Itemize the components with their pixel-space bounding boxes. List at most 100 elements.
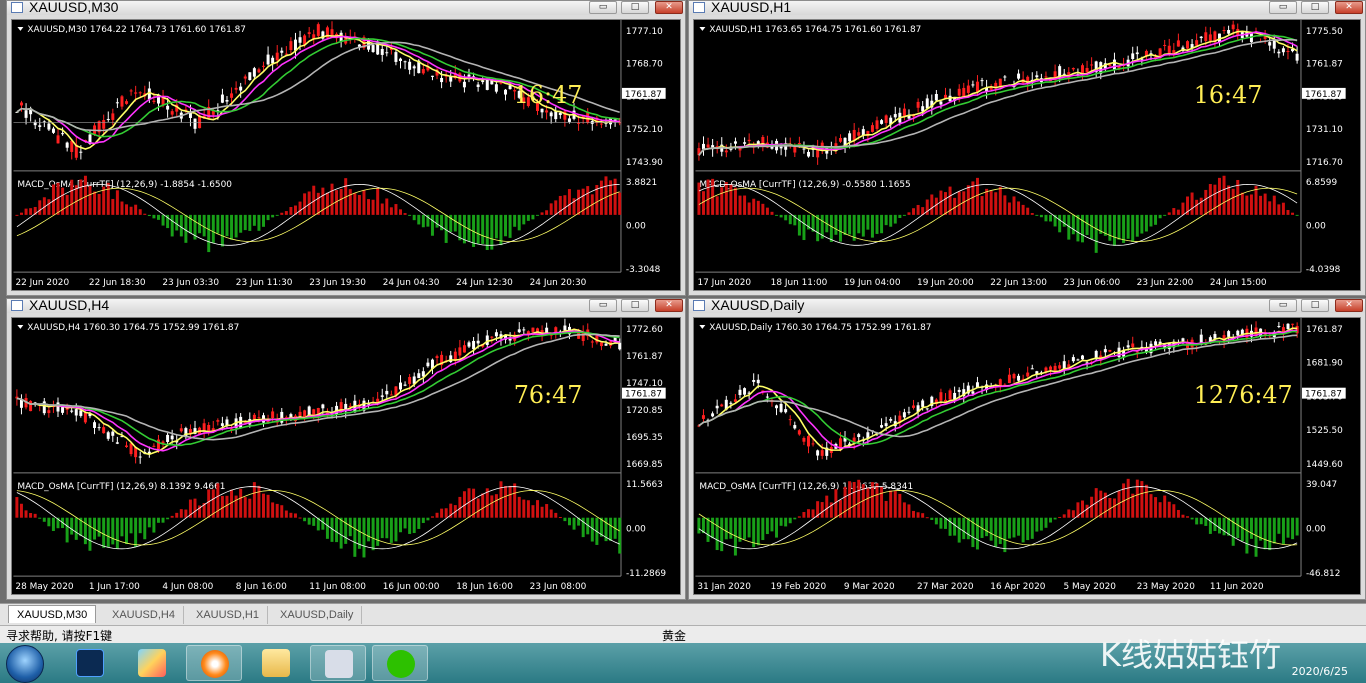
minimize-button[interactable]: ▭ — [589, 1, 617, 14]
macd-histogram-bar — [42, 517, 46, 522]
date-tick-label: 18 Jun 16:00 — [456, 582, 513, 592]
minimize-button[interactable]: ▭ — [1269, 299, 1297, 312]
chart-area[interactable]: XAUUSD,H4 1760.30 1764.75 1752.99 1761.8… — [11, 317, 681, 595]
maximize-button[interactable]: □ — [621, 1, 649, 14]
price-tick-label: 1695.35 — [626, 433, 663, 443]
close-button[interactable]: ✕ — [655, 1, 683, 14]
macd-histogram-bar — [175, 512, 179, 518]
window-titlebar[interactable]: XAUUSD,H1 ▭ □ ✕ — [689, 0, 1365, 15]
macd-tick-label: 39.047 — [1306, 480, 1337, 490]
candle-body — [389, 394, 393, 396]
macd-histogram-bar — [399, 209, 402, 215]
macd-line — [698, 183, 1298, 246]
macd-histogram-bar — [325, 192, 329, 215]
macd-histogram-bar — [902, 502, 906, 518]
macd-histogram-bar — [248, 214, 252, 231]
macd-histogram-bar — [729, 184, 733, 215]
candle-body — [604, 343, 608, 346]
close-button[interactable]: ✕ — [655, 299, 683, 312]
chart-canvas[interactable]: XAUUSD,H1 1763.65 1764.75 1761.60 1761.8… — [694, 20, 1360, 290]
macd-histogram-bar — [325, 517, 329, 539]
window-titlebar[interactable]: XAUUSD,M30 ▭ □ ✕ — [7, 0, 685, 15]
paint-app[interactable] — [124, 645, 180, 681]
candle-body — [1090, 64, 1094, 66]
candle-body — [1277, 51, 1281, 54]
macd-histogram-bar — [157, 214, 160, 220]
close-button[interactable]: ✕ — [1335, 1, 1363, 14]
minimize-button[interactable]: ▭ — [1269, 1, 1297, 14]
tab-h4[interactable]: XAUUSD,H4 — [104, 606, 184, 624]
macd-histogram-bar — [216, 483, 220, 518]
candle-body — [106, 118, 110, 120]
macd-histogram-bar — [1030, 213, 1034, 215]
candle-body — [599, 342, 603, 347]
photoshop-app[interactable] — [62, 645, 118, 681]
macd-histogram-bar — [975, 177, 979, 215]
candle-body — [421, 371, 425, 377]
macd-histogram-bar — [852, 481, 856, 518]
macd-histogram-bar — [784, 214, 788, 221]
mt4-app-button[interactable] — [310, 645, 366, 681]
candle-body — [275, 52, 279, 61]
macd-histogram-bar — [312, 517, 316, 526]
macd-histogram-bar — [504, 214, 508, 237]
price-tick-label: 1761.87 — [1306, 325, 1343, 335]
chart-area[interactable]: XAUUSD,H1 1763.65 1764.75 1761.60 1761.8… — [693, 19, 1361, 291]
tab-h1[interactable]: XAUUSD,H1 — [188, 606, 268, 624]
candle-body — [1268, 42, 1272, 46]
chart-canvas[interactable]: XAUUSD,H4 1760.30 1764.75 1752.99 1761.8… — [12, 318, 680, 594]
macd-histogram-bar — [289, 207, 293, 215]
macd-histogram-bar — [353, 193, 357, 215]
macd-histogram-bar — [1240, 192, 1244, 215]
start-button[interactable] — [6, 645, 44, 683]
macd-histogram-bar — [481, 214, 485, 244]
candle-body — [20, 102, 23, 106]
chart-window[interactable]: XAUUSD,M30 ▭ □ ✕ XAUUSD,M30 1764.22 1764… — [6, 0, 686, 296]
macd-histogram-bar — [344, 517, 348, 544]
macd-histogram-bar — [125, 204, 129, 215]
macd-histogram-bar — [1112, 498, 1116, 518]
browser-app[interactable] — [186, 645, 242, 681]
maximize-button[interactable]: □ — [621, 299, 649, 312]
chart-area[interactable]: XAUUSD,Daily 1760.30 1764.75 1752.99 176… — [693, 317, 1361, 595]
window-titlebar[interactable]: XAUUSD,Daily ▭ □ ✕ — [689, 297, 1365, 313]
candle-body — [706, 144, 710, 148]
candle-body — [56, 402, 60, 412]
status-profile: 黄金 — [662, 629, 687, 643]
macd-histogram-bar — [747, 202, 751, 215]
maximize-button[interactable]: □ — [1301, 299, 1329, 312]
macd-tick-label: -46.812 — [1306, 569, 1340, 579]
macd-histogram-bar — [83, 175, 87, 215]
candle-body — [1081, 355, 1084, 360]
chart-canvas[interactable]: XAUUSD,M30 1764.22 1764.73 1761.60 1761.… — [12, 20, 680, 290]
wechat-app[interactable] — [372, 645, 428, 681]
chart-window[interactable]: XAUUSD,Daily ▭ □ ✕ XAUUSD,Daily 1760.30 … — [688, 297, 1366, 600]
chart-window[interactable]: XAUUSD,H4 ▭ □ ✕ XAUUSD,H4 1760.30 1764.7… — [6, 297, 686, 600]
macd-histogram-bar — [275, 214, 279, 216]
maximize-button[interactable]: □ — [1301, 1, 1329, 14]
macd-histogram-bar — [230, 489, 234, 518]
minimize-button[interactable]: ▭ — [589, 299, 617, 312]
macd-histogram-bar — [1039, 517, 1043, 531]
macd-histogram-bar — [115, 517, 119, 549]
candle-body — [138, 456, 142, 458]
candle-body — [271, 411, 275, 419]
tab-m30[interactable]: XAUUSD,M30 — [8, 605, 97, 623]
macd-histogram-bar — [38, 200, 42, 215]
chart-area[interactable]: XAUUSD,M30 1764.22 1764.73 1761.60 1761.… — [11, 19, 681, 291]
explorer-app[interactable] — [248, 645, 304, 681]
candle-body — [1026, 372, 1030, 377]
macd-histogram-bar — [230, 214, 234, 240]
date-tick-label: 9 Mar 2020 — [844, 582, 895, 592]
tab-daily[interactable]: XAUUSD,Daily — [272, 606, 363, 624]
chart-canvas[interactable]: XAUUSD,Daily 1760.30 1764.75 1752.99 176… — [694, 318, 1360, 594]
macd-histogram-bar — [907, 504, 911, 518]
chart-window[interactable]: XAUUSD,H1 ▭ □ ✕ XAUUSD,H1 1763.65 1764.7… — [688, 0, 1366, 296]
candle-body — [1231, 24, 1235, 30]
macd-histogram-bar — [980, 196, 984, 215]
close-button[interactable]: ✕ — [1335, 299, 1363, 312]
macd-histogram-bar — [1268, 201, 1272, 215]
window-titlebar[interactable]: XAUUSD,H4 ▭ □ ✕ — [7, 297, 685, 313]
chart-window-icon — [11, 2, 23, 13]
candle-body — [485, 79, 489, 90]
